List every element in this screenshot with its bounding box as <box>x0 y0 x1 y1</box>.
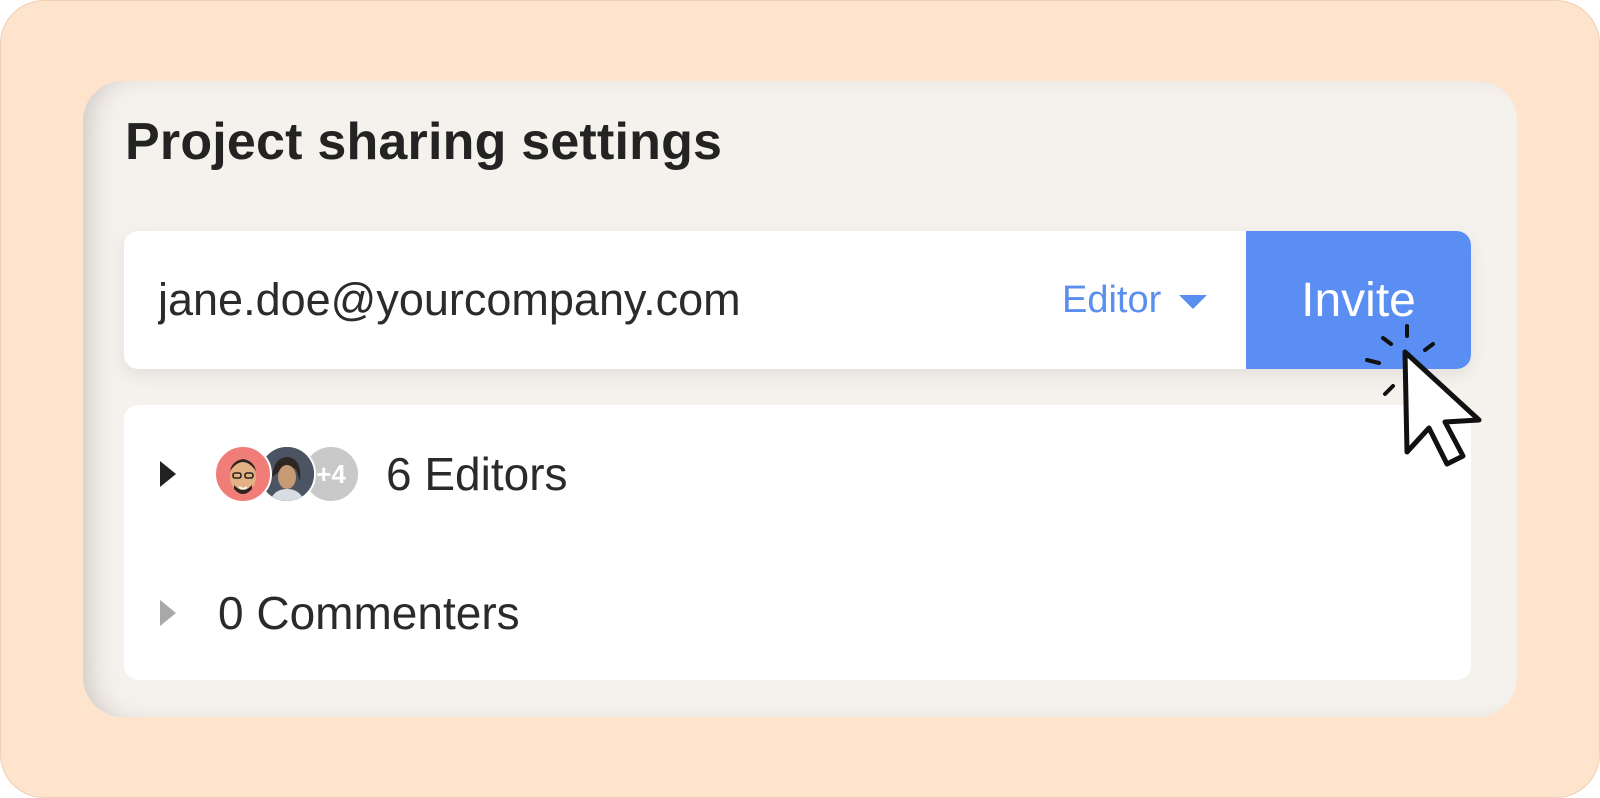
person-icon <box>230 459 256 494</box>
role-dropdown[interactable]: Editor <box>1062 231 1208 369</box>
role-dropdown-label: Editor <box>1062 278 1162 321</box>
chevron-down-icon <box>1179 295 1208 309</box>
editors-group-row[interactable]: +4 6 Editors <box>160 434 568 514</box>
editors-label: 6 Editors <box>386 448 568 500</box>
avatar <box>214 445 272 503</box>
invite-row: Editor Invite <box>124 231 1471 369</box>
caret-right-icon[interactable] <box>160 461 176 487</box>
editor-avatars: +4 <box>214 445 360 503</box>
page-title: Project sharing settings <box>125 113 723 171</box>
caret-right-icon[interactable] <box>160 600 176 626</box>
email-input[interactable] <box>124 231 1174 369</box>
mouse-pointer-icon <box>1365 324 1482 467</box>
commenters-label: 0 Commenters <box>218 587 520 639</box>
commenters-group-row[interactable]: 0 Commenters <box>160 573 520 653</box>
